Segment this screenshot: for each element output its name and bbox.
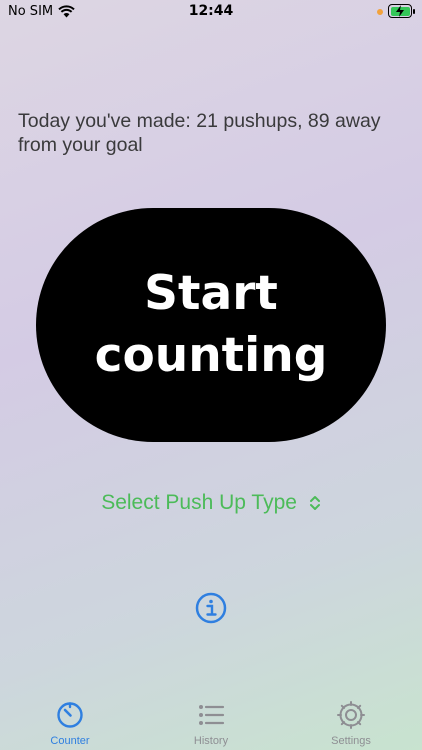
tab-counter-label: Counter	[50, 735, 90, 747]
tab-settings-label: Settings	[331, 735, 371, 747]
daily-summary-text: Today you've made: 21 pushups, 89 away f…	[18, 110, 381, 156]
chevron-up-down-icon	[309, 496, 320, 511]
battery-icon	[388, 4, 412, 18]
tab-bar: Counter History Settings	[0, 696, 422, 750]
status-bar: No SIM 12:44	[0, 0, 422, 24]
timer-icon	[57, 702, 83, 728]
tab-settings[interactable]: Settings	[291, 696, 411, 750]
gear-icon	[337, 701, 365, 729]
start-counting-label: Start counting	[94, 266, 328, 383]
tab-history[interactable]: History	[151, 696, 271, 750]
battery-nub	[413, 9, 415, 14]
tab-counter[interactable]: Counter	[10, 696, 130, 750]
push-up-type-label: Select Push Up Type	[101, 491, 297, 514]
start-counting-button[interactable]: Start counting	[36, 208, 386, 442]
tab-history-label: History	[193, 735, 229, 747]
privacy-indicator-dot	[377, 9, 383, 15]
info-icon[interactable]	[195, 592, 227, 624]
clock: 12:44	[188, 3, 234, 19]
list-icon	[199, 705, 225, 725]
push-up-type-selector[interactable]: Select Push Up Type	[0, 491, 422, 515]
